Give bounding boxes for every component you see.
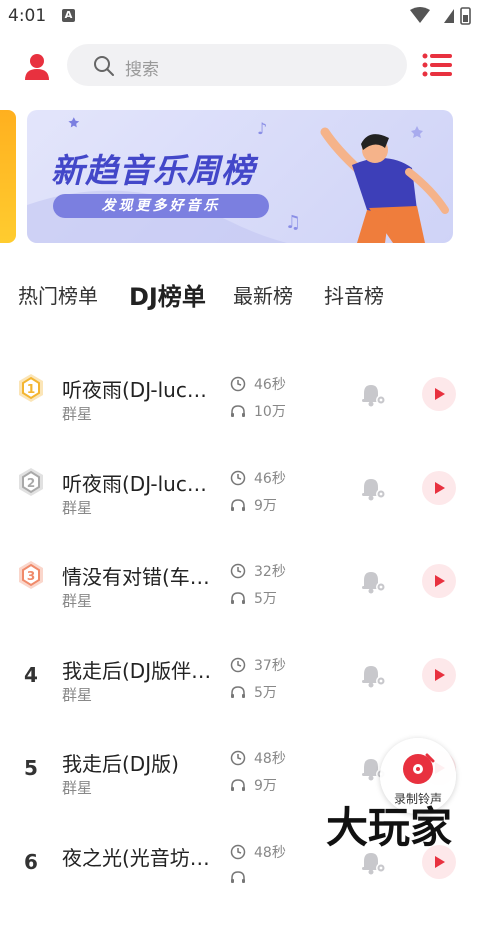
headphones-icon — [231, 499, 245, 511]
rank-number: 3 — [27, 569, 35, 583]
plays-value: 5万 — [254, 591, 277, 607]
song-plays: 5万 — [230, 588, 277, 608]
song-row[interactable]: 6 夜之光(光音坊… 48秒 — [0, 844, 480, 941]
set-ringtone-bell-icon[interactable] — [358, 380, 388, 410]
duration-value: 46秒 — [254, 471, 286, 487]
song-plays: 5万 — [230, 682, 277, 702]
play-button[interactable] — [422, 564, 456, 598]
banner-subtitle-pill: 发现更多好音乐 — [53, 194, 269, 218]
watermark-text: 大玩家 — [326, 803, 453, 852]
play-button[interactable] — [422, 377, 456, 411]
svg-text:♪: ♪ — [257, 119, 267, 138]
song-plays — [230, 869, 254, 886]
play-icon — [435, 856, 445, 868]
duration-value: 48秒 — [254, 751, 286, 767]
search-bar[interactable]: 搜索 — [67, 44, 407, 86]
play-icon — [435, 575, 445, 587]
status-time: 4:01 — [8, 6, 47, 26]
banner[interactable]: ♪ ♫ 新趋音乐周榜 发现更多好音乐 — [27, 110, 453, 243]
plays-value: 9万 — [254, 778, 277, 794]
song-duration: 37秒 — [230, 655, 286, 675]
song-title: 夜之光(光音坊… — [62, 846, 210, 870]
search-icon — [94, 56, 114, 76]
banner-person-illustration — [320, 127, 449, 243]
song-duration: 32秒 — [230, 561, 286, 581]
song-artist: 群星 — [62, 405, 93, 423]
tab-douyin-chart[interactable]: 抖音榜 — [324, 280, 384, 309]
tab-dj-chart[interactable]: DJ榜单 — [129, 277, 206, 312]
menu-list-icon[interactable] — [422, 52, 452, 78]
duration-value: 46秒 — [254, 377, 286, 393]
song-title: 我走后(DJ版) — [62, 752, 179, 776]
rank-number: 6 — [24, 850, 38, 874]
clock-icon — [230, 844, 246, 860]
top-bar: 搜索 — [0, 40, 480, 90]
rank-medal-icon: 2 — [19, 468, 43, 496]
clock-icon — [230, 563, 246, 579]
play-icon — [435, 482, 445, 494]
rank-number: 4 — [24, 663, 38, 687]
headphones-icon — [231, 871, 245, 883]
headphones-icon — [231, 405, 245, 417]
clock-icon — [230, 376, 246, 392]
song-duration: 46秒 — [230, 374, 286, 394]
song-duration: 48秒 — [230, 748, 286, 768]
plays-value: 5万 — [254, 685, 277, 701]
duration-value: 48秒 — [254, 845, 286, 861]
song-row[interactable]: 3 情没有对错(车… 群星 32秒 5万 — [0, 561, 480, 660]
song-plays: 9万 — [230, 495, 277, 515]
duration-value: 37秒 — [254, 658, 286, 674]
play-button[interactable] — [422, 471, 456, 505]
song-artist: 群星 — [62, 686, 93, 704]
set-ringtone-bell-icon[interactable] — [358, 567, 388, 597]
play-icon — [435, 669, 445, 681]
play-icon — [435, 388, 445, 400]
plays-value: 9万 — [254, 498, 277, 514]
clock-icon — [230, 657, 246, 673]
song-duration: 46秒 — [230, 468, 286, 488]
user-profile-icon[interactable] — [22, 52, 52, 82]
duration-value: 32秒 — [254, 564, 286, 580]
banner-previous-slide[interactable] — [0, 110, 16, 243]
rank-number: 1 — [27, 382, 35, 396]
search-placeholder: 搜索 — [125, 60, 159, 80]
rank-number: 5 — [24, 756, 38, 780]
song-row[interactable]: 1 听夜雨(DJ-luc… 群星 46秒 10万 — [0, 374, 480, 473]
chart-tabs: 热门榜单 DJ榜单 最新榜 抖音榜 — [0, 272, 480, 316]
song-title: 情没有对错(车… — [62, 565, 210, 589]
song-title: 我走后(DJ版伴… — [62, 659, 212, 683]
banner-title: 新趋音乐周榜 — [51, 151, 255, 190]
tab-newest-chart[interactable]: 最新榜 — [233, 280, 293, 309]
song-duration: 48秒 — [230, 842, 286, 862]
set-ringtone-bell-icon[interactable] — [358, 661, 388, 691]
banner-subtitle: 发现更多好音乐 — [101, 198, 221, 214]
system-status-icons — [410, 7, 471, 25]
song-title: 听夜雨(DJ-luc… — [62, 472, 207, 496]
notification-icon: A — [62, 9, 75, 22]
song-plays: 10万 — [230, 401, 286, 421]
tab-hot-chart[interactable]: 热门榜单 — [18, 280, 98, 309]
rank-medal-icon: 1 — [19, 374, 43, 402]
rank-number: 2 — [27, 476, 35, 490]
clock-icon — [230, 750, 246, 766]
song-artist: 群星 — [62, 499, 93, 517]
clock-icon — [230, 470, 246, 486]
headphones-icon — [231, 686, 245, 698]
song-artist: 群星 — [62, 592, 93, 610]
song-artist: 群星 — [62, 779, 93, 797]
record-disc-icon — [403, 753, 435, 784]
headphones-icon — [231, 592, 245, 604]
status-bar: 4:01 A — [0, 0, 480, 34]
plays-value: 10万 — [254, 404, 286, 420]
play-button[interactable] — [422, 658, 456, 692]
rank-medal-icon: 3 — [19, 561, 43, 589]
song-plays: 9万 — [230, 775, 277, 795]
song-row[interactable]: 2 听夜雨(DJ-luc… 群星 46秒 9万 — [0, 468, 480, 567]
headphones-icon — [231, 779, 245, 791]
set-ringtone-bell-icon[interactable] — [358, 474, 388, 504]
song-title: 听夜雨(DJ-luc… — [62, 378, 207, 402]
